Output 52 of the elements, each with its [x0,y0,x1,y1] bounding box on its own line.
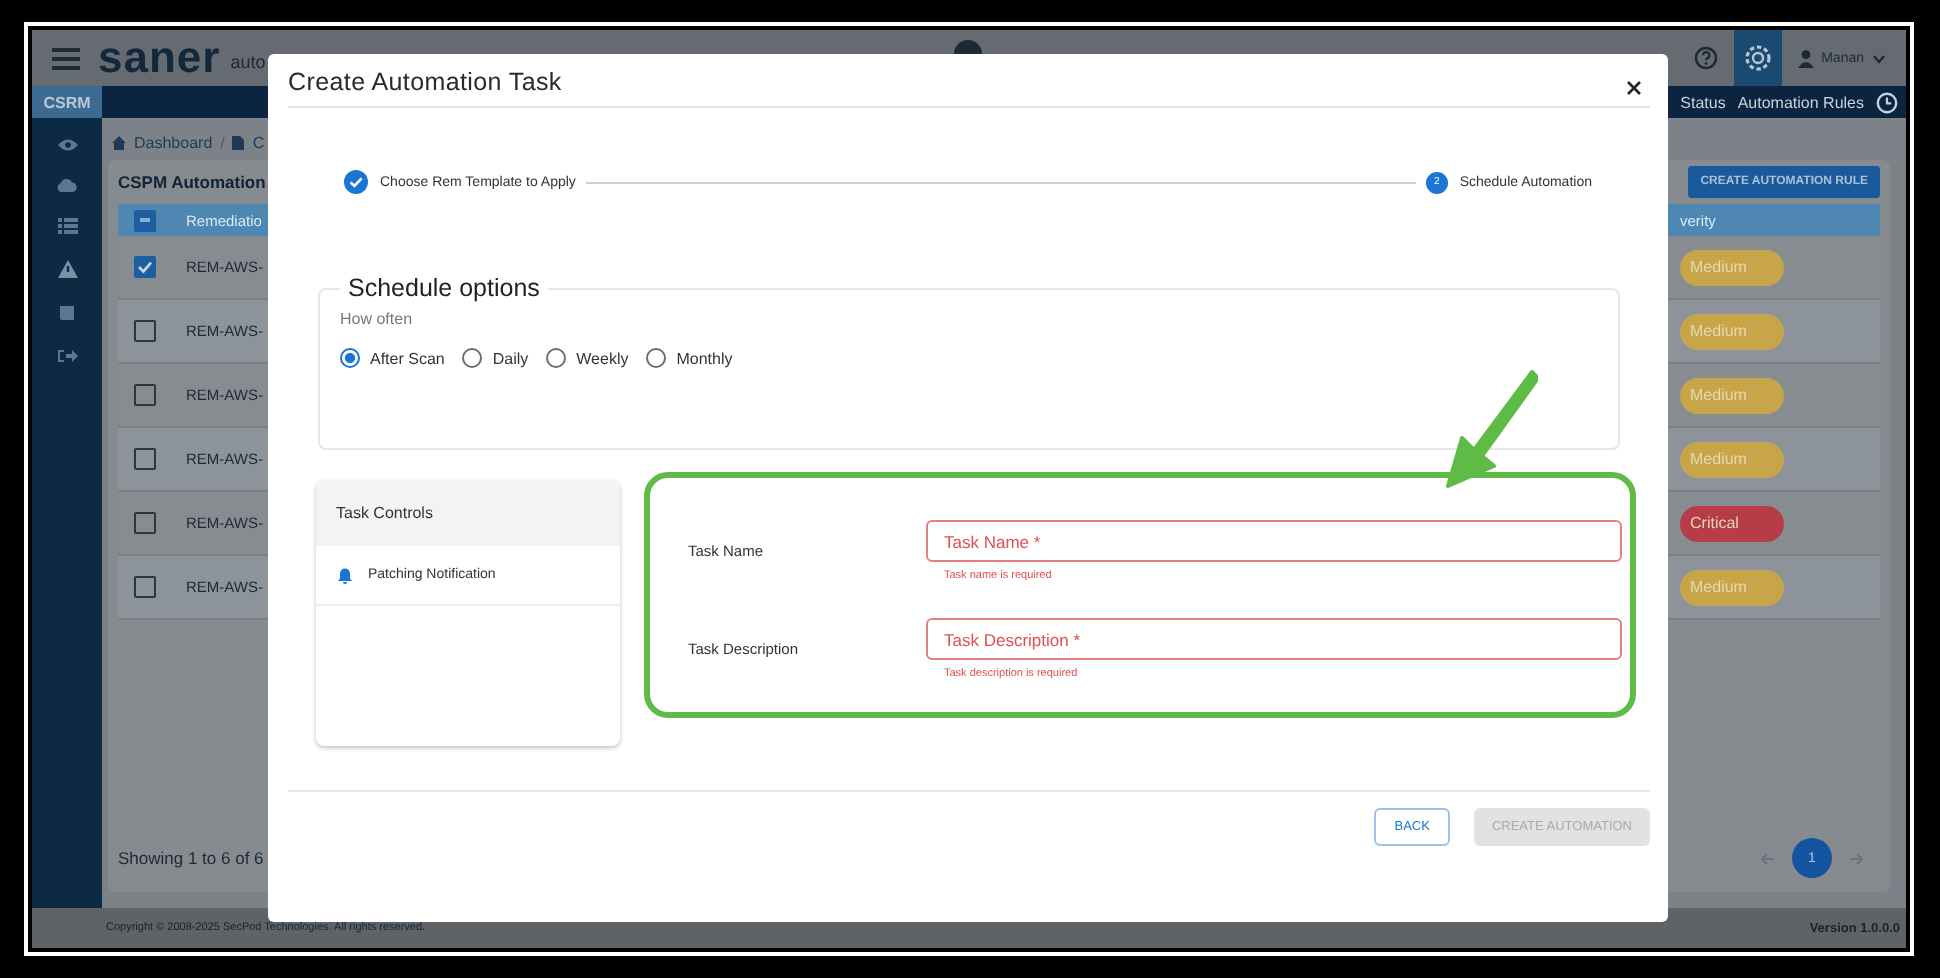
panel-title: Schedule options [346,274,542,302]
radio-button[interactable] [546,348,567,368]
severity-badge: Medium [1680,569,1784,605]
nav-link[interactable]: Automation Rules [1737,93,1864,111]
pagination-summary: Showing 1 to 6 of 6 [118,848,264,868]
home-icon [112,135,126,149]
field-label: How often [340,310,415,328]
text-field[interactable]: Task Name * [926,520,1622,562]
section-label: CSRM [32,86,102,118]
radio-label[interactable]: Monthly [676,349,733,367]
app-subtitle: auto [230,51,266,71]
row-checkbox[interactable] [134,384,156,406]
radio-label[interactable]: Weekly [576,349,629,367]
document-icon [232,135,245,149]
bell-icon [338,567,352,583]
row-checkbox[interactable] [134,448,156,470]
severity-badge: Medium [1680,441,1784,477]
breadcrumb-separator: / [220,133,225,151]
cloud-icon[interactable] [56,178,78,192]
nav-link[interactable]: Status [1680,93,1726,111]
close-icon[interactable] [1626,80,1642,96]
settings-icon [1741,42,1774,74]
list-icon[interactable] [57,218,77,234]
menu-icon[interactable] [52,47,80,69]
severity-badge: Medium [1680,249,1784,285]
radio-button[interactable] [340,348,360,368]
logo-icon [954,34,982,54]
help-icon[interactable] [1693,46,1718,70]
eye-icon[interactable] [57,138,77,152]
severity-badge: Medium [1680,313,1784,349]
radio-button[interactable] [462,348,483,368]
settings-button[interactable] [1733,30,1782,86]
severity-badge: Critical [1680,505,1784,541]
logout-icon[interactable] [57,348,77,364]
caret-icon [1872,53,1886,63]
select-all-checkbox[interactable] [134,209,156,231]
row-checkbox[interactable] [134,512,156,534]
severity-badge: Medium [1680,377,1784,413]
clock-icon[interactable] [1876,91,1898,113]
radio-label[interactable]: After Scan [370,349,445,367]
row-checkbox[interactable] [134,320,156,342]
warning-icon[interactable] [57,260,77,278]
radio-button[interactable] [646,348,667,368]
logo-text: saner [98,36,221,80]
user-icon [1797,49,1814,67]
text-field[interactable]: Task Description * [926,618,1622,660]
row-checkbox[interactable] [134,576,156,598]
radio-label[interactable]: Daily [492,349,529,367]
dialog-title: Create Automation Task [288,68,562,96]
row-checkbox[interactable] [134,256,156,278]
page-title: CSPM Automation [118,172,266,192]
panel-header: Task Controls [316,480,620,546]
